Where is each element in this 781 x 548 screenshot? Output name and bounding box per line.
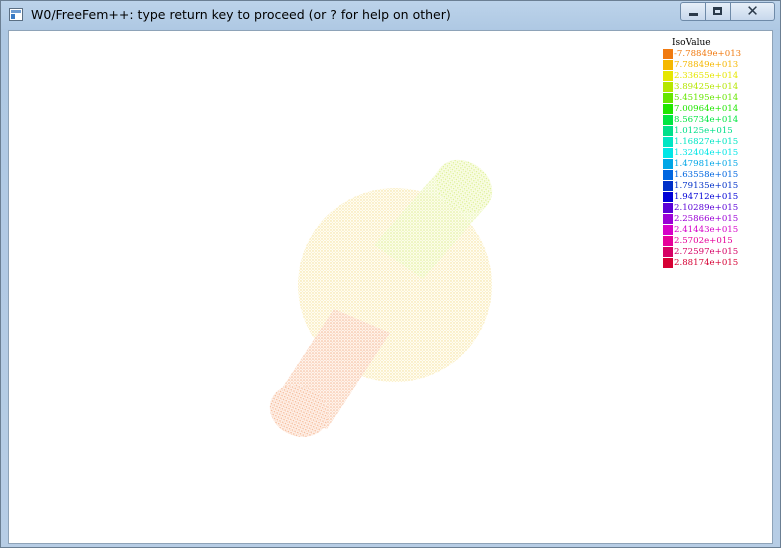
minimize-icon bbox=[689, 13, 698, 16]
legend-swatch bbox=[663, 247, 673, 257]
legend-swatch bbox=[663, 214, 673, 224]
legend-label: 8.56734e+014 bbox=[674, 115, 739, 125]
close-icon: ✕ bbox=[746, 2, 759, 20]
legend-swatch bbox=[663, 60, 673, 70]
legend-label: 2.72597e+015 bbox=[674, 247, 739, 257]
legend-swatch bbox=[663, 82, 673, 92]
legend-swatch bbox=[663, 236, 673, 246]
maximize-button[interactable] bbox=[706, 2, 731, 21]
legend-swatch bbox=[663, 49, 673, 59]
legend-label: 2.33655e+014 bbox=[674, 71, 739, 81]
legend-label: 1.63558e+015 bbox=[674, 170, 739, 180]
legend-label: 2.41443e+015 bbox=[674, 225, 739, 235]
legend-swatch bbox=[663, 71, 673, 81]
maximize-icon bbox=[713, 7, 722, 15]
legend-swatch bbox=[663, 137, 673, 147]
title-bar[interactable]: W0/FreeFem++: type return key to proceed… bbox=[1, 1, 780, 30]
legend-swatch bbox=[663, 258, 673, 268]
window-title: W0/FreeFem++: type return key to proceed… bbox=[31, 7, 451, 22]
legend-swatch bbox=[663, 203, 673, 213]
legend-swatch bbox=[663, 159, 673, 169]
legend-swatch bbox=[663, 115, 673, 125]
legend-swatch bbox=[663, 170, 673, 180]
legend-label: 1.16827e+015 bbox=[674, 137, 739, 147]
legend-swatch bbox=[663, 93, 673, 103]
legend-swatch bbox=[663, 181, 673, 191]
window-controls: ✕ bbox=[680, 2, 775, 21]
legend-label: 1.32404e+015 bbox=[674, 148, 739, 158]
legend-label: 2.5702e+015 bbox=[674, 236, 733, 246]
legend-label: 1.0125e+015 bbox=[674, 126, 733, 136]
legend-swatch bbox=[663, 126, 673, 136]
legend-swatch bbox=[663, 148, 673, 158]
legend-label: 2.88174e+015 bbox=[674, 258, 739, 268]
legend-label: 5.45195e+014 bbox=[674, 93, 739, 103]
legend-label: 1.79135e+015 bbox=[674, 181, 739, 191]
legend-title: IsoValue bbox=[672, 38, 711, 48]
legend-label: 3.89425e+014 bbox=[674, 82, 739, 92]
legend-label: 2.10289e+015 bbox=[674, 203, 739, 213]
legend-label: 1.47981e+015 bbox=[674, 159, 739, 169]
legend-label: 7.00964e+014 bbox=[674, 104, 739, 114]
graphics-canvas[interactable]: IsoValue -7.78849e+013 7.78849e+013 2.3365… bbox=[8, 30, 773, 544]
app-window-icon[interactable] bbox=[9, 8, 23, 21]
legend-swatch bbox=[663, 225, 673, 235]
legend-label: -7.78849e+013 bbox=[674, 49, 742, 59]
legend-label: 1.94712e+015 bbox=[674, 192, 739, 202]
freefem-window: W0/FreeFem++: type return key to proceed… bbox=[0, 0, 781, 548]
mesh-plot bbox=[269, 159, 493, 437]
close-button[interactable]: ✕ bbox=[731, 2, 775, 21]
minimize-button[interactable] bbox=[680, 2, 706, 21]
legend-label: 7.78849e+013 bbox=[674, 60, 739, 70]
legend-swatch bbox=[663, 104, 673, 114]
legend-swatch bbox=[663, 192, 673, 202]
legend-label: 2.25866e+015 bbox=[674, 214, 739, 224]
